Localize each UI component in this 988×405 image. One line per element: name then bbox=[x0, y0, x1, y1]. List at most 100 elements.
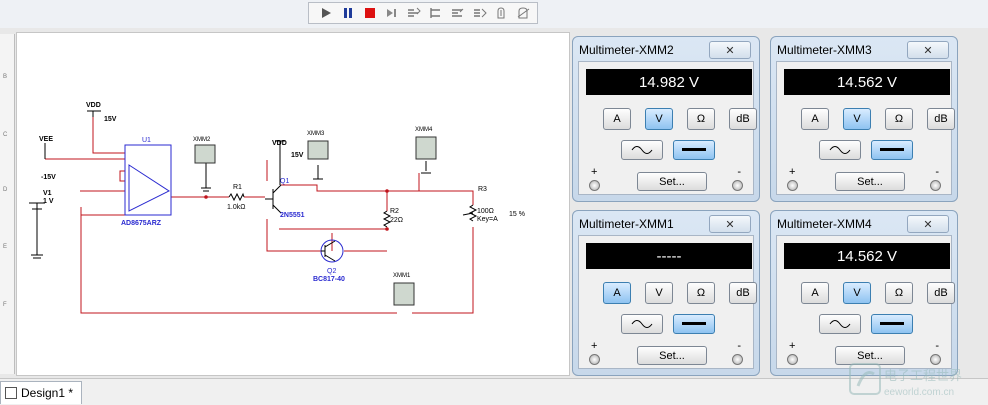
transistor-q2[interactable]: Q2 BC817-40 bbox=[313, 239, 345, 283]
ac-button[interactable] bbox=[621, 140, 663, 160]
voltmeter-button[interactable]: V bbox=[645, 108, 673, 130]
schematic-canvas[interactable]: U1 AD8675ARZ VDD 15V VEE -15V V1 1 V XMM… bbox=[16, 32, 570, 376]
dc-button[interactable] bbox=[673, 314, 715, 334]
vdd2-value: 15V bbox=[291, 152, 304, 159]
r3-ref: R3 bbox=[478, 186, 487, 193]
ammeter-button[interactable]: A bbox=[801, 108, 829, 130]
q2-ref: Q2 bbox=[327, 268, 336, 275]
q2-part: BC817-40 bbox=[313, 276, 345, 283]
set-button[interactable]: Set... bbox=[835, 172, 905, 191]
ac-button[interactable] bbox=[621, 314, 663, 334]
ohmmeter-button[interactable]: Ω bbox=[885, 108, 913, 130]
xmm4-symbol[interactable]: XMM4 bbox=[415, 127, 437, 160]
q1-part: 2N5551 bbox=[280, 212, 305, 219]
dc-button[interactable] bbox=[871, 314, 913, 334]
meter-panel: 14.982 V A V Ω dB + - Set... bbox=[578, 61, 757, 195]
meter-display: ----- bbox=[586, 243, 752, 269]
dc-button[interactable] bbox=[673, 140, 715, 160]
voltmeter-button[interactable]: V bbox=[843, 108, 871, 130]
close-icon: ✕ bbox=[923, 218, 933, 231]
plus-label: + bbox=[789, 340, 796, 352]
schematic-icon bbox=[5, 387, 17, 399]
multimeter-xmm1-window[interactable]: Multimeter-XMM1 ✕ ----- A V Ω dB + - Set… bbox=[572, 210, 760, 376]
stop-icon[interactable] bbox=[361, 4, 379, 22]
run-icon[interactable] bbox=[317, 4, 335, 22]
close-button[interactable]: ✕ bbox=[907, 41, 949, 59]
ohmmeter-button[interactable]: Ω bbox=[687, 108, 715, 130]
dc-button[interactable] bbox=[871, 140, 913, 160]
ohmmeter-button[interactable]: Ω bbox=[885, 282, 913, 304]
decibel-button[interactable]: dB bbox=[729, 108, 757, 130]
positive-terminal[interactable] bbox=[787, 354, 798, 365]
ac-wave-icon bbox=[829, 146, 851, 154]
positive-terminal[interactable] bbox=[589, 354, 600, 365]
decibel-button[interactable]: dB bbox=[927, 282, 955, 304]
xmm3-symbol[interactable]: XMM3 bbox=[307, 131, 329, 160]
close-icon: ✕ bbox=[923, 44, 933, 57]
run-to-cursor-icon[interactable] bbox=[471, 4, 489, 22]
meter-display: 14.562 V bbox=[784, 243, 950, 269]
ac-button[interactable] bbox=[819, 314, 861, 334]
potentiometer-r3[interactable]: R3 100Ω Key=A 15 % bbox=[462, 186, 525, 223]
ruler-label: B bbox=[3, 74, 8, 80]
multimeter-xmm3-window[interactable]: Multimeter-XMM3 ✕ 14.562 V A V Ω dB + - … bbox=[770, 36, 958, 202]
window-title: Multimeter-XMM1 bbox=[579, 217, 674, 231]
meter-display: 14.982 V bbox=[586, 69, 752, 95]
transistor-q1[interactable]: Q1 2N5551 bbox=[265, 178, 305, 219]
step-icon[interactable] bbox=[383, 4, 401, 22]
window-title: Multimeter-XMM2 bbox=[579, 43, 674, 57]
decibel-button[interactable]: dB bbox=[927, 108, 955, 130]
ac-wave-icon bbox=[829, 320, 851, 328]
r2-ref: R2 bbox=[390, 208, 399, 215]
resistor-r1[interactable]: R1 1.0kΩ bbox=[227, 184, 245, 211]
xmm4-label: XMM4 bbox=[415, 127, 433, 133]
decibel-button[interactable]: dB bbox=[729, 282, 757, 304]
set-button[interactable]: Set... bbox=[637, 172, 707, 191]
voltmeter-button[interactable]: V bbox=[645, 282, 673, 304]
plus-label: + bbox=[789, 166, 796, 178]
step-into-icon[interactable] bbox=[405, 4, 423, 22]
close-button[interactable]: ✕ bbox=[709, 215, 751, 233]
step-out-icon[interactable] bbox=[449, 4, 467, 22]
step-over-icon[interactable] bbox=[427, 4, 445, 22]
voltmeter-button[interactable]: V bbox=[843, 282, 871, 304]
resistor-r2[interactable]: R2 22Ω bbox=[382, 208, 403, 228]
dc-line-icon bbox=[880, 148, 904, 151]
tab-design1[interactable]: Design1 * bbox=[0, 381, 83, 404]
xmm2-symbol[interactable]: XMM2 bbox=[193, 137, 216, 164]
close-icon: ✕ bbox=[725, 218, 735, 231]
positive-terminal[interactable] bbox=[589, 180, 600, 191]
set-button[interactable]: Set... bbox=[637, 346, 707, 365]
meter-panel: 14.562 V A V Ω dB + - Set... bbox=[776, 61, 955, 195]
ammeter-button[interactable]: A bbox=[603, 108, 631, 130]
close-button[interactable]: ✕ bbox=[709, 41, 751, 59]
mode-buttons: A V Ω dB bbox=[603, 282, 757, 304]
meter-panel: 14.562 V A V Ω dB + - Set... bbox=[776, 235, 955, 369]
v1-label: V1 bbox=[43, 190, 52, 197]
negative-terminal[interactable] bbox=[732, 180, 743, 191]
close-button[interactable]: ✕ bbox=[907, 215, 949, 233]
xmm1-symbol[interactable]: XMM1 bbox=[393, 273, 415, 306]
opamp-u1[interactable]: U1 AD8675ARZ bbox=[121, 137, 172, 227]
window-title: Multimeter-XMM4 bbox=[777, 217, 872, 231]
eeworld-watermark: 电子工程世界 eeworld.com.cn bbox=[849, 363, 962, 398]
ammeter-button[interactable]: A bbox=[801, 282, 829, 304]
window-title: Multimeter-XMM3 bbox=[777, 43, 872, 57]
minus-label: - bbox=[935, 340, 939, 352]
toggle-breakpoint-icon[interactable] bbox=[493, 4, 511, 22]
ammeter-button[interactable]: A bbox=[603, 282, 631, 304]
pause-icon[interactable] bbox=[339, 4, 357, 22]
ohmmeter-button[interactable]: Ω bbox=[687, 282, 715, 304]
minus-label: - bbox=[737, 166, 741, 178]
vee-label: VEE bbox=[39, 136, 53, 143]
left-ruler: B C D E F bbox=[0, 34, 15, 374]
watermark-text-en: eeworld.com.cn bbox=[884, 387, 954, 398]
r1-ref: R1 bbox=[233, 184, 242, 191]
multimeter-xmm2-window[interactable]: Multimeter-XMM2 ✕ 14.982 V A V Ω dB + - … bbox=[572, 36, 760, 202]
remove-breakpoints-icon[interactable] bbox=[515, 4, 533, 22]
negative-terminal[interactable] bbox=[930, 180, 941, 191]
multimeter-xmm4-window[interactable]: Multimeter-XMM4 ✕ 14.562 V A V Ω dB + - … bbox=[770, 210, 958, 376]
positive-terminal[interactable] bbox=[787, 180, 798, 191]
negative-terminal[interactable] bbox=[732, 354, 743, 365]
ac-button[interactable] bbox=[819, 140, 861, 160]
